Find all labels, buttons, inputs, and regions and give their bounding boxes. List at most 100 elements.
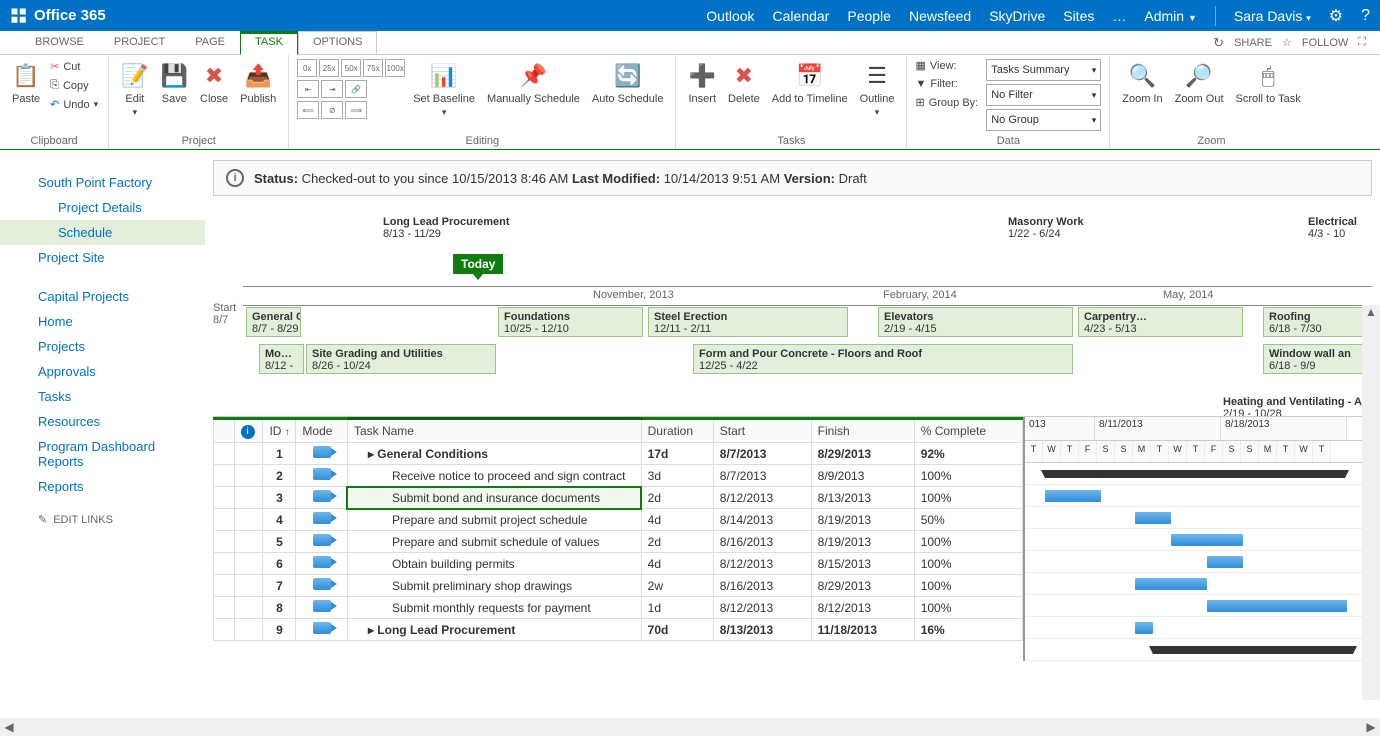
table-row[interactable]: 2Receive notice to proceed and sign cont… xyxy=(214,465,1023,487)
nav-tasks[interactable]: Tasks xyxy=(0,384,205,409)
zoom-in-button[interactable]: 🔍Zoom In xyxy=(1118,59,1166,107)
view-select[interactable]: Tasks Summary▾ xyxy=(986,59,1101,81)
set-baseline-button[interactable]: 📊Set Baseline▾ xyxy=(409,59,479,120)
nav-capital-projects[interactable]: Capital Projects xyxy=(0,284,205,309)
timeline-today-marker[interactable]: Today xyxy=(453,254,503,274)
zoom-100x[interactable]: 100x xyxy=(385,59,405,77)
gantt-task-bar[interactable] xyxy=(1207,556,1243,568)
paste-button[interactable]: 📋Paste xyxy=(8,59,44,107)
timeline-bar[interactable]: Steel Erection12/11 - 2/11 xyxy=(648,307,848,337)
brand-area[interactable]: Office 365 xyxy=(10,7,106,25)
move-left-icon[interactable]: ⟸ xyxy=(297,101,319,119)
topnav-people[interactable]: People xyxy=(847,8,891,24)
table-row[interactable]: 3Submit bond and insurance documents2d8/… xyxy=(214,487,1023,509)
save-button[interactable]: 💾Save xyxy=(157,59,192,107)
undo-button[interactable]: ↶Undo ▾ xyxy=(48,97,100,112)
scroll-right-icon[interactable]: ▶ xyxy=(1362,720,1380,734)
nav-approvals[interactable]: Approvals xyxy=(0,359,205,384)
nav-edit-links[interactable]: ✎EDIT LINKS xyxy=(0,499,205,531)
delete-button[interactable]: ✖Delete xyxy=(724,59,764,107)
gantt-summary-bar[interactable] xyxy=(1045,470,1345,478)
nav-project-name[interactable]: South Point Factory xyxy=(0,170,205,195)
gantt-task-bar[interactable] xyxy=(1207,600,1347,612)
topnav-skydrive[interactable]: SkyDrive xyxy=(989,8,1045,24)
unlink-icon[interactable]: ⊘ xyxy=(321,101,343,119)
col-selector[interactable] xyxy=(214,419,235,443)
zoom-25x[interactable]: 25x xyxy=(319,59,339,77)
gantt-task-bar[interactable] xyxy=(1135,512,1171,524)
vertical-scrollbar[interactable]: ▲ xyxy=(1362,305,1380,700)
nav-resources[interactable]: Resources xyxy=(0,409,205,434)
col-duration[interactable]: Duration xyxy=(641,419,713,443)
link-icon[interactable]: 🔗 xyxy=(345,80,367,98)
timeline-bar[interactable]: Carpentry…4/23 - 5/13 xyxy=(1078,307,1243,337)
outline-button[interactable]: ☰Outline▾ xyxy=(856,59,899,120)
help-icon[interactable]: ? xyxy=(1361,7,1370,25)
zoom-50x[interactable]: 50x xyxy=(341,59,361,77)
timeline-bar[interactable]: Elevators2/19 - 4/15 xyxy=(878,307,1073,337)
tab-browse[interactable]: BROWSE xyxy=(20,31,99,54)
gantt-task-bar[interactable] xyxy=(1135,578,1207,590)
nav-dashboard[interactable]: Program Dashboard Reports xyxy=(0,434,205,474)
nav-reports[interactable]: Reports xyxy=(0,474,205,499)
timeline-callout[interactable]: Electrical4/3 - 10 xyxy=(1308,216,1357,240)
topnav-newsfeed[interactable]: Newsfeed xyxy=(909,8,971,24)
timeline-bar[interactable]: Window wall an6/18 - 9/9 xyxy=(1263,344,1372,374)
nav-project-details[interactable]: Project Details xyxy=(0,195,205,220)
col-percent[interactable]: % Complete xyxy=(914,419,1022,443)
col-start[interactable]: Start xyxy=(713,419,811,443)
user-menu[interactable]: Sara Davis ▾ xyxy=(1234,8,1311,24)
gear-icon[interactable]: ⚙ xyxy=(1329,6,1343,26)
close-button[interactable]: ✖Close xyxy=(196,59,232,107)
table-row[interactable]: 4Prepare and submit project schedule4d8/… xyxy=(214,509,1023,531)
follow-star-icon[interactable]: ☆ xyxy=(1282,36,1292,49)
timeline-callout[interactable]: Long Lead Procurement8/13 - 11/29 xyxy=(383,216,510,240)
share-button[interactable]: SHARE xyxy=(1234,37,1272,49)
follow-button[interactable]: FOLLOW xyxy=(1302,37,1348,49)
gantt-task-bar[interactable] xyxy=(1045,490,1101,502)
timeline-callout[interactable]: Heating and Ventilating - A2/19 - 10/28 xyxy=(1223,396,1362,416)
publish-button[interactable]: 📤Publish xyxy=(236,59,280,107)
move-right-icon[interactable]: ⟹ xyxy=(345,101,367,119)
topnav-sites[interactable]: Sites xyxy=(1063,8,1094,24)
timeline-bar[interactable]: Form and Pour Concrete - Floors and Roof… xyxy=(693,344,1073,374)
table-row[interactable]: 5Prepare and submit schedule of values2d… xyxy=(214,531,1023,553)
col-info[interactable]: i xyxy=(234,419,263,443)
table-row[interactable]: 8Submit monthly requests for payment1d8/… xyxy=(214,597,1023,619)
horizontal-scrollbar[interactable]: ◀ ▶ xyxy=(0,718,1380,736)
zoom-out-button[interactable]: 🔎Zoom Out xyxy=(1171,59,1228,107)
topnav-more[interactable]: … xyxy=(1112,8,1126,24)
table-row[interactable]: 1▸ General Conditions17d8/7/20138/29/201… xyxy=(214,443,1023,465)
scroll-up-icon[interactable]: ▲ xyxy=(1362,305,1380,323)
timeline-callout[interactable]: Masonry Work1/22 - 6/24 xyxy=(1008,216,1084,240)
scroll-left-icon[interactable]: ◀ xyxy=(0,720,18,734)
nav-project-site[interactable]: Project Site xyxy=(0,245,205,270)
tab-task[interactable]: TASK xyxy=(240,31,298,55)
gantt-summary-bar[interactable] xyxy=(1153,646,1353,654)
topnav-admin[interactable]: Admin ▼ xyxy=(1144,8,1197,24)
table-row[interactable]: 6Obtain building permits4d8/12/20138/15/… xyxy=(214,553,1023,575)
col-finish[interactable]: Finish xyxy=(811,419,914,443)
timeline-bar[interactable]: Roofing6/18 - 7/30 xyxy=(1263,307,1372,337)
col-task-name[interactable]: Task Name xyxy=(347,419,641,443)
timeline-bar[interactable]: Site Grading and Utilities8/26 - 10/24 xyxy=(306,344,496,374)
col-mode[interactable]: Mode xyxy=(296,419,348,443)
copy-button[interactable]: ⎘Copy xyxy=(48,78,100,93)
table-row[interactable]: 7Submit preliminary shop drawings2w8/16/… xyxy=(214,575,1023,597)
topnav-outlook[interactable]: Outlook xyxy=(706,8,754,24)
indent-icon[interactable]: ⇥ xyxy=(321,80,343,98)
scroll-to-task-button[interactable]: 🖱Scroll to Task xyxy=(1232,59,1305,107)
edit-button[interactable]: 📝Edit▾ xyxy=(117,59,152,120)
tab-page[interactable]: PAGE xyxy=(180,31,240,54)
cut-button[interactable]: ✂Cut xyxy=(48,59,100,74)
sync-icon[interactable]: ↻ xyxy=(1213,35,1224,51)
add-to-timeline-button[interactable]: 📅Add to Timeline xyxy=(768,59,852,107)
insert-button[interactable]: ➕Insert xyxy=(684,59,720,107)
outdent-icon[interactable]: ⇤ xyxy=(297,80,319,98)
tab-project[interactable]: PROJECT xyxy=(99,31,180,54)
fullscreen-icon[interactable]: ⛶ xyxy=(1358,36,1366,49)
col-id[interactable]: ID ↑ xyxy=(263,419,296,443)
topnav-calendar[interactable]: Calendar xyxy=(773,8,830,24)
zoom-0x[interactable]: 0x xyxy=(297,59,317,77)
nav-schedule[interactable]: Schedule xyxy=(0,220,205,245)
